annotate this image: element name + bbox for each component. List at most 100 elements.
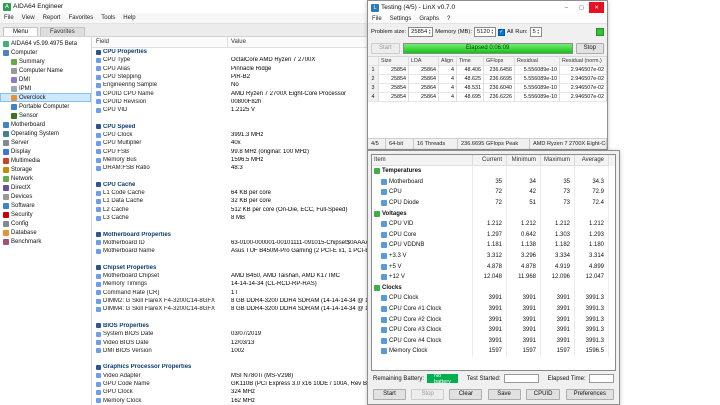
menu-view[interactable]: View <box>18 13 39 23</box>
save-button[interactable]: Save <box>487 388 521 400</box>
result-row[interactable]: 3 25854 25864 4 48.531 236.6040 5.556089e-10 2.… <box>368 84 607 93</box>
col-header-gflops[interactable]: GFlops <box>484 57 515 66</box>
linx-menu-file[interactable]: File <box>368 14 386 23</box>
field-row-dmi-bios-version[interactable]: DMI BIOS Version 1002 <box>92 347 367 355</box>
tree-item-ipmi[interactable]: IPMI <box>0 84 91 93</box>
field-row-command-rate-cr[interactable]: Command Rate (CR) 1T <box>92 289 367 297</box>
linx-menu-graphs[interactable]: Graphs <box>415 14 443 23</box>
col-header-lda[interactable]: LDA <box>409 57 439 66</box>
field-row-video-adapter[interactable]: Video Adapter MSI N780Ti (MS-V298) <box>92 372 367 380</box>
sensor-row-cpu-core-1-clock[interactable]: CPU Core #1 Clock 3991 3991 3991 3991.3 <box>372 303 615 315</box>
tree-item-operating-system[interactable]: Operating System <box>0 129 91 138</box>
spinner-down-icon[interactable]: ▼ <box>537 32 540 35</box>
sensor-row-cpu-core-4-clock[interactable]: CPU Core #4 Clock 3991 3991 3991 3991.3 <box>372 335 615 347</box>
cpuid-button[interactable]: CPUID <box>525 388 561 400</box>
memory-input[interactable]: 5120 ▲ ▼ <box>473 27 496 37</box>
sensor-row-cpu[interactable]: CPU 72 42 73 72.9 <box>372 187 615 198</box>
tree-item-security[interactable]: Security <box>0 210 91 219</box>
field-row-system-bios-date[interactable]: System BIOS Date 03/07/2019 <box>92 330 367 338</box>
field-row-dimm4-g-skill-flarex-f4-3200c14-8gfx[interactable]: DIMM4: G Skill FlareX F4-3200C14-8GFX 8 G… <box>92 305 367 313</box>
tab-menu[interactable]: Menu <box>3 27 39 36</box>
col-header-align[interactable]: Align <box>439 57 457 66</box>
field-row-gpu-clock[interactable]: GPU Clock 324 MHz <box>92 388 367 396</box>
maximize-button[interactable]: ▢ <box>574 2 589 13</box>
field-row-motherboard-chipset[interactable]: Motherboard Chipset AMD B450, AMD Taishan… <box>92 272 367 280</box>
field-row-engineering-sample[interactable]: Engineering Sample No <box>92 81 367 89</box>
field-row-l1-code-cache[interactable]: L1 Code Cache 64 KB per core <box>92 189 367 197</box>
linx-menu-settings[interactable]: Settings <box>386 14 416 23</box>
tree-item-database[interactable]: Database <box>0 228 91 237</box>
sensor-row-cpu-vddnb[interactable]: CPU VDDNB 1.181 1.138 1.182 1.180 <box>372 240 615 251</box>
sensor-row-cpu-core[interactable]: CPU Core 1.297 0.642 1.303 1.293 <box>372 229 615 241</box>
menu-favorites[interactable]: Favorites <box>65 13 98 23</box>
sensor-group-clocks[interactable]: Clocks <box>372 282 615 294</box>
menu-report[interactable]: Report <box>39 13 65 23</box>
sensor-col-minimum[interactable]: Minimum <box>507 155 541 166</box>
tree-item-portable-computer[interactable]: Portable Computer <box>0 102 91 111</box>
tab-favorites[interactable]: Favorites <box>40 27 85 36</box>
tree-item-display[interactable]: Display <box>0 147 91 156</box>
field-row-cpu-stepping[interactable]: CPU Stepping PiR-B2 <box>92 73 367 81</box>
tree-item-devices[interactable]: Devices <box>0 192 91 201</box>
spinner-down-icon[interactable]: ▼ <box>428 32 431 35</box>
sensor-col-average[interactable]: Average <box>575 155 609 166</box>
menu-tools[interactable]: Tools <box>97 13 119 23</box>
sensor-row-motherboard[interactable]: Motherboard 35 34 35 34.3 <box>372 176 615 188</box>
col-header-size[interactable]: Size <box>379 57 409 66</box>
field-row-video-bios-date[interactable]: Video BIOS Date 12/03/13 <box>92 338 367 346</box>
tree-item-summary[interactable]: Summary <box>0 57 91 66</box>
close-button[interactable]: ✕ <box>589 2 604 13</box>
stop-button[interactable]: Stop <box>411 388 445 400</box>
field-row-dimm2-g-skill-flarex-f4-3200c14-8gfx[interactable]: DIMM2: G Skill FlareX F4-3200C14-8GFX 8 G… <box>92 297 367 305</box>
result-row[interactable]: 2 25854 25864 4 48.625 236.6695 5.556089e-10 2.… <box>368 75 607 84</box>
tree-item-aida64-v5-99-4975-beta[interactable]: AIDA64 v5.99.4975 Beta <box>0 39 91 48</box>
tree-item-computer-name[interactable]: Computer Name <box>0 66 91 75</box>
spinner-down-icon[interactable]: ▼ <box>491 32 494 35</box>
menu-help[interactable]: Help <box>119 13 139 23</box>
sensor-row-cpu-vid[interactable]: CPU VID 1.212 1.212 1.212 1.212 <box>372 218 615 230</box>
result-row[interactable]: 1 25854 25864 4 48.406 236.6456 5.556089e-10 2.… <box>368 66 607 75</box>
col-header-row-number[interactable] <box>368 57 379 66</box>
start-button[interactable]: Start <box>373 388 406 400</box>
field-row-motherboard-id[interactable]: Motherboard ID 63-0100-000001-00101111-09… <box>92 239 367 247</box>
field-row-cpuid-cpu-name[interactable]: CPUID CPU Name AMD Ryzen 7 2700X Eight-Co… <box>92 89 367 97</box>
linx-titlebar[interactable]: L Testing (4/5) - LinX v0.7.0 – ▢ ✕ <box>368 1 607 14</box>
all-checkbox[interactable]: ✓ <box>497 28 505 36</box>
tree-item-computer[interactable]: Computer <box>0 48 91 57</box>
spinner-arrows-icon[interactable]: ▲ ▼ <box>491 29 494 35</box>
sensor-group-temperatures[interactable]: Temperatures <box>372 166 615 177</box>
tree-item-sensor[interactable]: Sensor <box>0 111 91 120</box>
sensor-row-cpu-core-3-clock[interactable]: CPU Core #3 Clock 3991 3991 3991 3991.3 <box>372 324 615 336</box>
field-row-motherboard-name[interactable]: Motherboard Name Asus TUF B450M-Pro Gamin… <box>92 247 367 255</box>
field-row-cpu-alias[interactable]: CPU Alias Pinnacle Ridge <box>92 65 367 73</box>
field-row-l3-cache[interactable]: L3 Cache 8 MB <box>92 214 367 222</box>
tree-item-multimedia[interactable]: Multimedia <box>0 156 91 165</box>
tree-item-motherboard[interactable]: Motherboard <box>0 120 91 129</box>
col-header-residual-norm[interactable]: Residual (norm.) <box>560 57 607 66</box>
sensor-row-cpu-clock[interactable]: CPU Clock 3991 3991 3991 3991.3 <box>372 293 615 304</box>
sensor-col-maximum[interactable]: Maximum <box>541 155 575 166</box>
field-column-header[interactable]: Field <box>92 37 228 47</box>
tree-item-software[interactable]: Software <box>0 201 91 210</box>
field-row-l1-data-cache[interactable]: L1 Data Cache 32 KB per core <box>92 197 367 205</box>
minimize-button[interactable]: – <box>559 2 574 13</box>
aida64-titlebar[interactable]: A AIDA64 Engineer <box>0 0 367 13</box>
tree-item-config[interactable]: Config <box>0 219 91 228</box>
field-row-cpu-vid[interactable]: CPU VID 1.2125 V <box>92 106 367 114</box>
linx-menu-col[interactable]: ? <box>443 14 454 23</box>
tree-item-overclock[interactable]: Overclock <box>0 93 91 102</box>
col-header-residual[interactable]: Residual <box>515 57 560 66</box>
field-row-gpu-code-name[interactable]: GPU Code Name GK110B (PCI Express 3.0 x16… <box>92 380 367 388</box>
clear-button[interactable]: Clear <box>449 388 483 400</box>
tree-item-network[interactable]: Network <box>0 174 91 183</box>
sensor-col-current[interactable]: Current <box>473 155 507 166</box>
sensor-col-item[interactable]: Item <box>372 155 473 166</box>
tree-item-server[interactable]: Server <box>0 138 91 147</box>
field-row-memory-timings[interactable]: Memory Timings 14-14-14-34 (CL-RCD-RP-RAS… <box>92 280 367 288</box>
sensor-row-cpu-diode[interactable]: CPU Diode 72 51 73 72.4 <box>372 197 615 209</box>
field-row-cpu-clock[interactable]: CPU Clock 3991.3 MHz <box>92 131 367 139</box>
col-header-time[interactable]: Time <box>457 57 484 66</box>
spinner-arrows-icon[interactable]: ▲ ▼ <box>537 29 540 35</box>
field-row-cpu-multiplier[interactable]: CPU Multiplier 40x <box>92 139 367 147</box>
linx-start-button[interactable]: Start <box>371 42 400 54</box>
